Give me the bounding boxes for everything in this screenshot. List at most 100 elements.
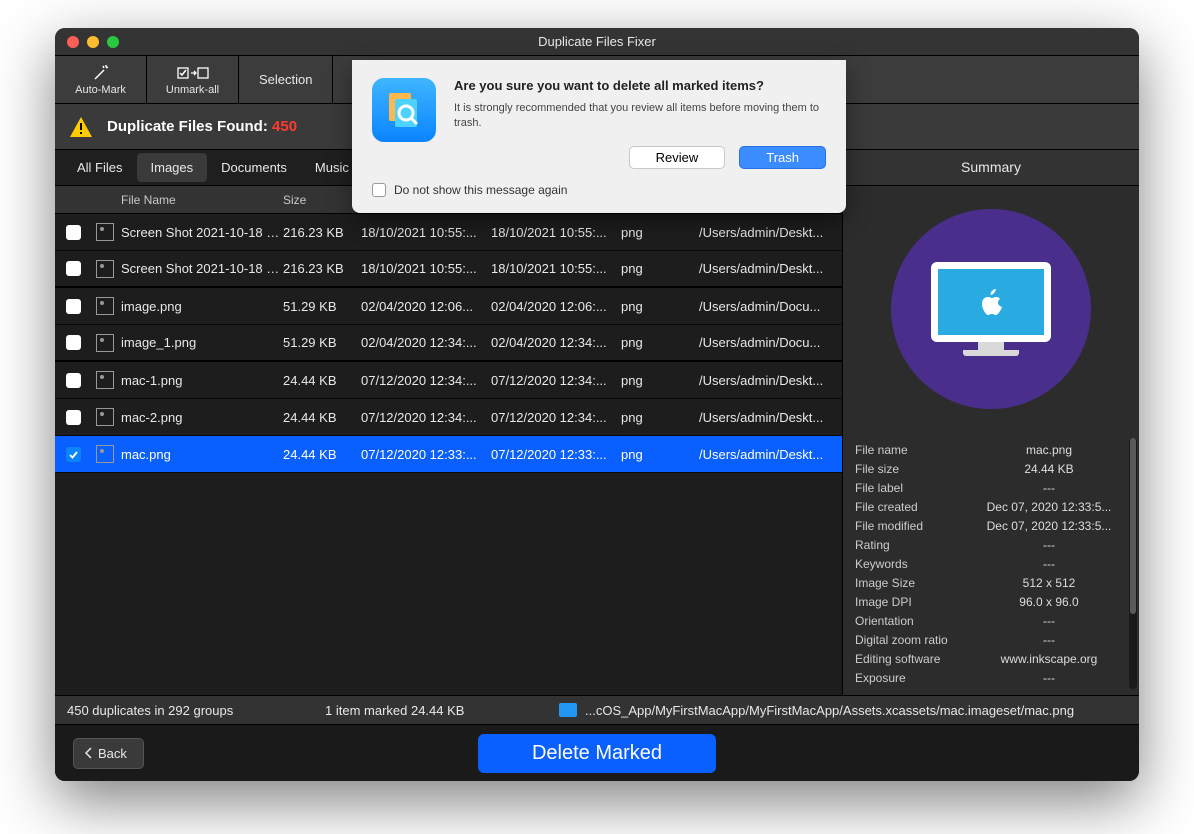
cell-name: Screen Shot 2021-10-18 a... [119,261,283,276]
bottom-bar: Back Delete Marked [55,725,1139,781]
auto-mark-label: Auto-Mark [75,84,126,96]
property-key: Orientation [855,614,979,628]
property-value: 24.44 KB [979,462,1119,476]
status-duplicates: 450 duplicates in 292 groups [55,703,325,718]
property-value: Dec 07, 2020 12:33:5... [979,519,1119,533]
row-checkbox[interactable] [55,410,91,425]
tab-all-files[interactable]: All Files [63,153,137,182]
property-key: File modified [855,519,979,533]
tab-images[interactable]: Images [137,153,208,182]
cell-location: /Users/admin/Deskt... [699,261,842,276]
cell-name: Screen Shot 2021-10-18 a... [119,225,283,240]
summary-title: Summary [843,150,1139,186]
cell-location: /Users/admin/Deskt... [699,447,842,462]
row-checkbox[interactable] [55,225,91,240]
dialog-message: It is strongly recommended that you revi… [454,101,826,132]
file-rows: Screen Shot 2021-10-18 a...216.23 KB18/1… [55,214,842,695]
summary-panel: Summary File namemac.pngFile size24.44 K… [842,150,1139,695]
cell-name: mac-2.png [119,410,283,425]
table-row[interactable]: mac.png24.44 KB07/12/2020 12:33:...07/12… [55,436,842,473]
cell-modified: 07/12/2020 12:34:... [491,373,621,388]
properties-scrollbar[interactable] [1129,438,1137,689]
row-checkbox[interactable] [55,261,91,276]
status-marked: 1 item marked 24.44 KB [325,703,559,718]
table-row[interactable]: image.png51.29 KB02/04/2020 12:06...02/0… [55,288,842,325]
cell-kind: png [621,410,699,425]
cell-modified: 18/10/2021 10:55:... [491,225,621,240]
thumbnail-icon [91,260,119,278]
cell-size: 24.44 KB [283,447,361,462]
cell-created: 07/12/2020 12:34:... [361,410,491,425]
status-path: ...cOS_App/MyFirstMacApp/MyFirstMacApp/A… [559,703,1139,718]
property-key: Exposure [855,671,979,685]
auto-mark-button[interactable]: Auto-Mark [55,56,147,103]
status-path-text: ...cOS_App/MyFirstMacApp/MyFirstMacApp/A… [585,703,1074,718]
cell-created: 18/10/2021 10:55:... [361,225,491,240]
cell-size: 51.29 KB [283,335,361,350]
cell-size: 216.23 KB [283,261,361,276]
property-value: www.inkscape.org [979,652,1119,666]
back-label: Back [98,746,127,761]
cell-size: 24.44 KB [283,410,361,425]
property-value: --- [979,481,1119,495]
cell-created: 02/04/2020 12:34:... [361,335,491,350]
property-row: Digital zoom ratio--- [855,630,1135,649]
delete-marked-button[interactable]: Delete Marked [478,734,716,773]
row-checkbox[interactable] [55,373,91,388]
property-row: File size24.44 KB [855,459,1135,478]
trash-button[interactable]: Trash [739,146,826,169]
app-icon [372,78,436,142]
cell-kind: png [621,447,699,462]
table-row[interactable]: Screen Shot 2021-10-18 a...216.23 KB18/1… [55,251,842,288]
cell-location: /Users/admin/Deskt... [699,410,842,425]
cell-modified: 07/12/2020 12:33:... [491,447,621,462]
selection-label: Selection [259,72,312,87]
row-checkbox[interactable] [55,447,91,462]
table-row[interactable]: mac-2.png24.44 KB07/12/2020 12:34:...07/… [55,399,842,436]
tab-documents[interactable]: Documents [207,153,301,182]
cell-size: 51.29 KB [283,299,361,314]
property-value: --- [979,614,1119,628]
cell-name: image_1.png [119,335,283,350]
property-key: Editing software [855,652,979,666]
alert-label: Duplicate Files Found: [107,118,272,135]
window-title: Duplicate Files Fixer [55,34,1139,49]
cell-created: 18/10/2021 10:55:... [361,261,491,276]
chevron-left-icon [84,747,94,759]
property-row: Image Size512 x 512 [855,573,1135,592]
folder-icon [559,703,577,717]
table-row[interactable]: image_1.png51.29 KB02/04/2020 12:34:...0… [55,325,842,362]
cell-location: /Users/admin/Deskt... [699,225,842,240]
property-key: Rating [855,538,979,552]
row-checkbox[interactable] [55,335,91,350]
unmark-all-button[interactable]: Unmark-all [147,56,239,103]
back-button[interactable]: Back [73,738,144,769]
property-row: File modifiedDec 07, 2020 12:33:5... [855,516,1135,535]
dialog-title: Are you sure you want to delete all mark… [454,78,826,93]
property-row: Orientation--- [855,611,1135,630]
property-key: Keywords [855,557,979,571]
selection-menu[interactable]: Selection [239,56,333,103]
table-row[interactable]: mac-1.png24.44 KB07/12/2020 12:34:...07/… [55,362,842,399]
property-row: File createdDec 07, 2020 12:33:5... [855,497,1135,516]
review-button[interactable]: Review [629,146,726,169]
status-bar: 450 duplicates in 292 groups 1 item mark… [55,695,1139,725]
cell-kind: png [621,261,699,276]
donotshow-checkbox[interactable]: Do not show this message again [372,183,826,197]
monitor-icon [931,262,1051,356]
cell-kind: png [621,299,699,314]
property-row: Image DPI96.0 x 96.0 [855,592,1135,611]
cell-modified: 18/10/2021 10:55:... [491,261,621,276]
thumbnail-icon [91,223,119,241]
table-row[interactable]: Screen Shot 2021-10-18 a...216.23 KB18/1… [55,214,842,251]
row-checkbox[interactable] [55,299,91,314]
col-size[interactable]: Size [283,193,361,207]
cell-location: /Users/admin/Docu... [699,335,842,350]
file-list-panel: All Files Images Documents Music File Na… [55,150,842,695]
cell-created: 07/12/2020 12:33:... [361,447,491,462]
col-name[interactable]: File Name [119,193,283,207]
thumbnail-icon [91,371,119,389]
content-area: All Files Images Documents Music File Na… [55,150,1139,695]
donotshow-label: Do not show this message again [394,183,567,197]
thumbnail-icon [91,334,119,352]
